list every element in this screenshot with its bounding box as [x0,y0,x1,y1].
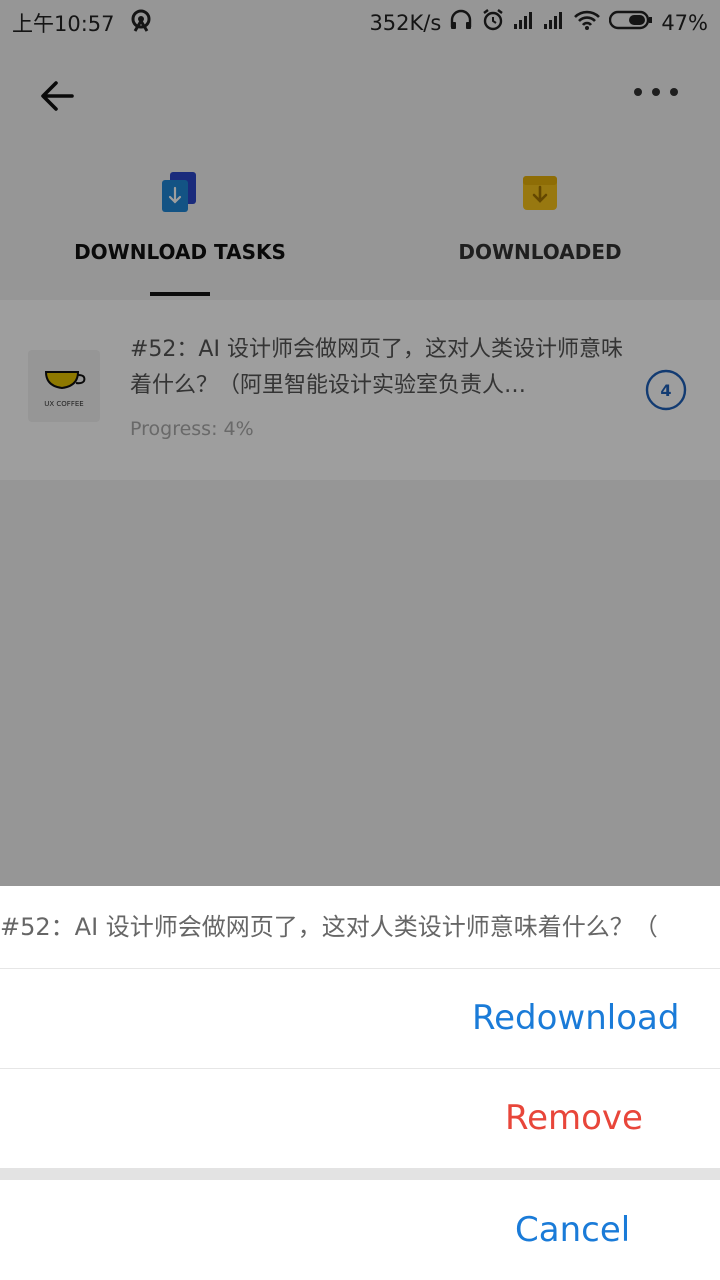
redownload-label: Redownload [472,998,680,1038]
remove-button[interactable]: Remove [0,1068,720,1168]
sheet-divider [0,1168,720,1180]
cancel-label: Cancel [515,1210,631,1250]
action-sheet-title: #52：AI 设计师会做网页了，这对人类设计师意味着什么？（ [0,886,720,969]
action-sheet: #52：AI 设计师会做网页了，这对人类设计师意味着什么？（ Redownloa… [0,886,720,1280]
redownload-button[interactable]: Redownload [0,968,720,1069]
cancel-button[interactable]: Cancel [0,1180,720,1280]
modal-scrim[interactable] [0,0,720,886]
remove-label: Remove [505,1098,643,1138]
